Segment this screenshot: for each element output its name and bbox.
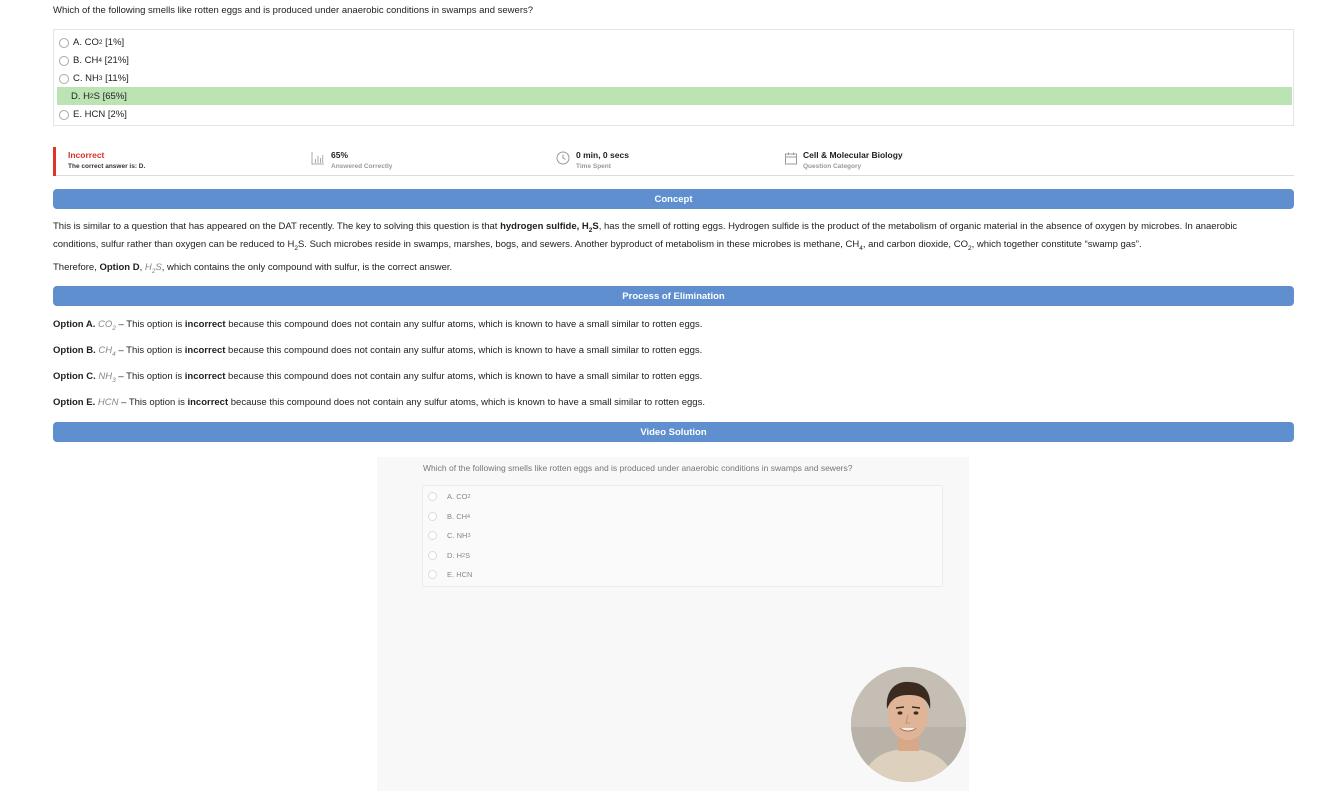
elimination-option-c: Option C. NH3 – This option is incorrect… — [53, 371, 703, 384]
video-option-d: D. H2S — [428, 551, 470, 560]
option-letter: A. — [73, 37, 82, 48]
elimination-option-b: Option B. CH4 – This option is incorrect… — [53, 345, 703, 358]
clock-icon — [556, 151, 570, 165]
percent-label: Answered Correctly — [331, 163, 393, 170]
option-percent: [2%] — [107, 109, 127, 120]
option-a[interactable]: A. CO 2 [1%] — [57, 34, 124, 51]
answer-options: A. CO 2 [1%] B. CH 4 [21%] C. NH 3 [11%] D.… — [53, 29, 1294, 126]
category-stat: Cell & Molecular Biology Question Catego… — [803, 150, 903, 170]
option-c[interactable]: C. NH 3 [11%] — [57, 70, 129, 87]
time-stat: 0 min, 0 secs Time Spent — [576, 150, 629, 170]
video-question-text: Which of the following smells like rotte… — [423, 463, 853, 473]
concept-paragraph: This is similar to a question that has a… — [53, 221, 1238, 252]
option-letter: B. — [73, 55, 82, 66]
result-status: Incorrect — [68, 150, 105, 160]
presenter-illustration — [851, 667, 966, 782]
result-stat: Incorrect The correct answer is: D. — [68, 150, 145, 170]
percent-correct: 65% — [331, 150, 349, 160]
incorrect-indicator — [53, 147, 56, 176]
elimination-option-a: Option A. CO2 – This option is incorrect… — [53, 319, 703, 332]
time-label: Time Spent — [576, 163, 611, 170]
option-d-correct[interactable]: D. H2S [65%] — [57, 87, 1292, 105]
percent-stat: 65% Answered Correctly — [331, 150, 392, 170]
option-b[interactable]: B. CH 4 [21%] — [57, 52, 129, 69]
category-label: Question Category — [803, 163, 862, 170]
elimination-header: Process of Elimination — [53, 286, 1294, 306]
radio-button[interactable] — [59, 73, 69, 84]
option-percent: [65%] — [102, 90, 127, 102]
option-percent: [11%] — [105, 73, 129, 84]
option-letter: C. — [73, 73, 83, 84]
result-stats: Incorrect The correct answer is: D. 65% … — [53, 147, 1294, 176]
video-radio — [428, 551, 437, 560]
video-radio — [428, 570, 437, 579]
presenter-avatar — [851, 667, 966, 782]
option-letter: E. — [73, 109, 82, 120]
video-options: A. CO 2 B. CH 4 C. NH 3 D. H2S E. HCN — [422, 485, 943, 587]
option-percent: [1%] — [105, 37, 125, 48]
video-radio — [428, 531, 437, 540]
radio-button[interactable] — [59, 37, 69, 48]
video-radio — [428, 492, 437, 501]
radio-button[interactable] — [59, 109, 69, 120]
concept-header: Concept — [53, 189, 1294, 209]
option-letter: D. — [71, 90, 81, 102]
calendar-icon — [785, 152, 797, 165]
bar-chart-icon — [311, 152, 324, 165]
concept-conclusion: Therefore, Option D, H2S, which contains… — [53, 262, 453, 275]
video-radio — [428, 512, 437, 521]
video-option-e: E. HCN — [428, 570, 472, 579]
question-text: Which of the following smells like rotte… — [53, 5, 534, 16]
option-percent: [21%] — [104, 55, 129, 66]
correct-answer-text: The correct answer is: D. — [68, 163, 146, 170]
video-option-a: A. CO 2 — [428, 492, 471, 501]
video-option-b: B. CH 4 — [428, 512, 470, 521]
option-e[interactable]: E. HCN [2%] — [57, 106, 127, 123]
video-solution-header: Video Solution — [53, 422, 1294, 442]
video-option-c: C. NH 3 — [428, 531, 471, 540]
radio-button[interactable] — [59, 55, 69, 66]
elimination-option-e: Option E. HCN – This option is incorrect… — [53, 397, 705, 408]
question-category: Cell & Molecular Biology — [803, 150, 903, 160]
time-spent: 0 min, 0 secs — [576, 150, 629, 160]
